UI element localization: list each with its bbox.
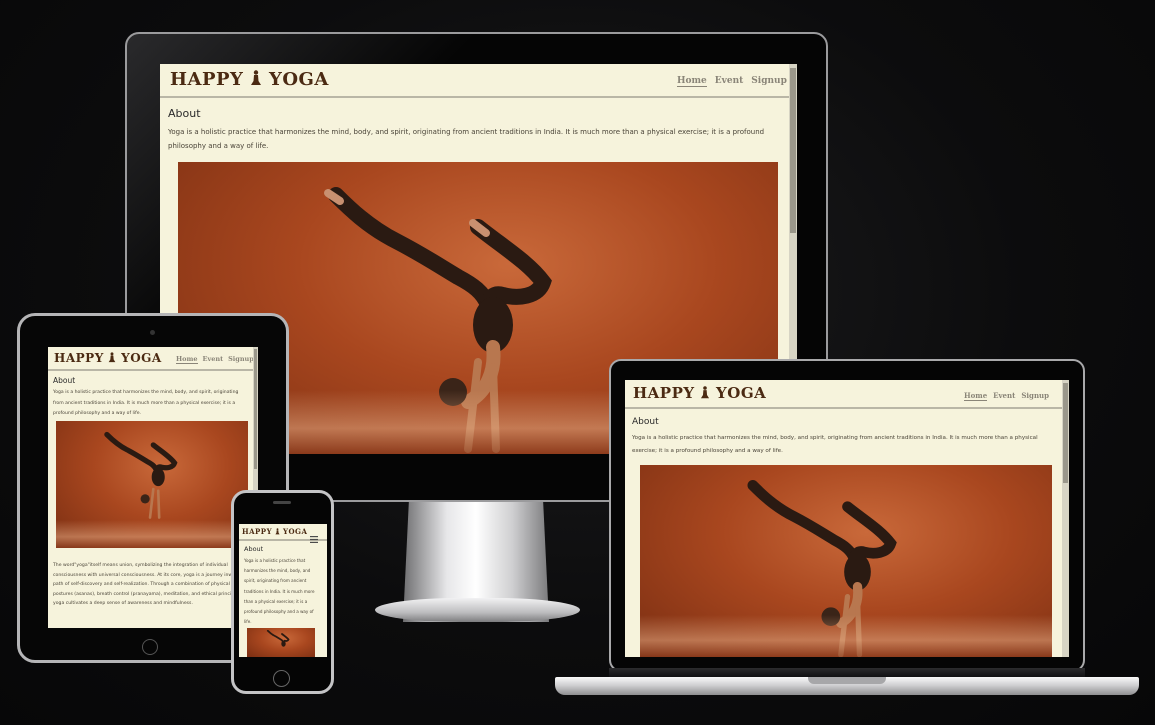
tablet-screen: HAPPY YOGA Home Event Signup About Yoga … [48,347,258,628]
laptop-brand-word-yoga: YOGA [716,384,767,402]
yoga-figure-icon [250,69,262,91]
phone-brand-word-happy: HAPPY [242,527,273,536]
laptop-nav-event-link[interactable]: Event [993,391,1015,401]
yoga-figure-icon [108,351,116,366]
tablet-extra-paragraph: The word"yoga"itself means union, symbol… [53,563,246,606]
tablet-about-heading: About [53,376,76,385]
tablet-camera [150,330,155,335]
phone-home-button[interactable] [273,670,290,687]
phone-brand-word-yoga: YOGA [282,527,308,536]
tablet-scrollbar-thumb[interactable] [254,349,257,469]
laptop-brand-word-happy: HAPPY [633,384,695,402]
laptop-notch [808,677,886,684]
phone-yoga-photo [247,628,315,657]
laptop-screen: HAPPY YOGA Home Event Signup About Yoga … [625,380,1069,657]
tablet-yoga-pose-figure [104,431,178,519]
laptop-scrollbar-thumb[interactable] [1063,383,1068,483]
nav-event-link[interactable]: Event [715,76,744,87]
phone-site-logo[interactable]: HAPPY YOGA [242,527,307,537]
site-nav: Home Event Signup [677,76,787,87]
tablet-yoga-photo [56,421,248,548]
laptop-about-paragraph: Yoga is a holistic practice that harmoni… [632,435,1038,454]
nav-signup-link[interactable]: Signup [751,76,787,87]
hamburger-menu-icon[interactable] [310,528,318,543]
laptop-nav-home-link[interactable]: Home [964,391,988,401]
about-paragraph: Yoga is a holistic practice that harmoni… [168,128,765,150]
phone-screen: HAPPY YOGA About Yoga is a holistic prac… [239,524,327,657]
yoga-figure-icon [700,385,710,403]
brand-word-yoga: YOGA [268,69,329,90]
nav-home-link[interactable]: Home [677,76,707,87]
phone-about-heading: About [244,545,264,553]
brand-word-happy: HAPPY [170,69,244,90]
yoga-figure-icon [275,527,280,537]
tablet-home-button[interactable] [142,639,158,655]
site-logo[interactable]: HAPPY YOGA [170,69,329,91]
tablet-water-splash [56,520,248,548]
phone-yoga-pose-figure [266,630,290,647]
phone-speaker [273,501,291,504]
tablet-site-nav: Home Event Signup [176,355,254,364]
tablet-nav-home-link[interactable]: Home [176,355,198,364]
laptop-yoga-photo [640,465,1052,657]
tablet-nav-event-link[interactable]: Event [203,355,224,364]
laptop-scrollbar[interactable] [1062,380,1069,657]
laptop-about-heading: About [632,417,659,427]
laptop-water-splash [640,614,1052,657]
tablet-about-paragraph: Yoga is a holistic practice that harmoni… [53,390,239,416]
laptop-site-nav: Home Event Signup [964,391,1049,401]
monitor-scrollbar-thumb[interactable] [790,68,796,233]
tablet-site-logo[interactable]: HAPPY YOGA [54,351,162,366]
laptop-nav-signup-link[interactable]: Signup [1021,391,1049,401]
tablet-nav-signup-link[interactable]: Signup [228,355,254,364]
phone-about-paragraph: Yoga is a holistic practice that harmoni… [244,558,315,625]
tablet-brand-word-happy: HAPPY [54,351,104,365]
about-heading: About [168,107,201,120]
monitor-stand-base [375,598,580,622]
tablet-brand-word-yoga: YOGA [121,351,162,365]
laptop-site-logo[interactable]: HAPPY YOGA [633,384,766,403]
